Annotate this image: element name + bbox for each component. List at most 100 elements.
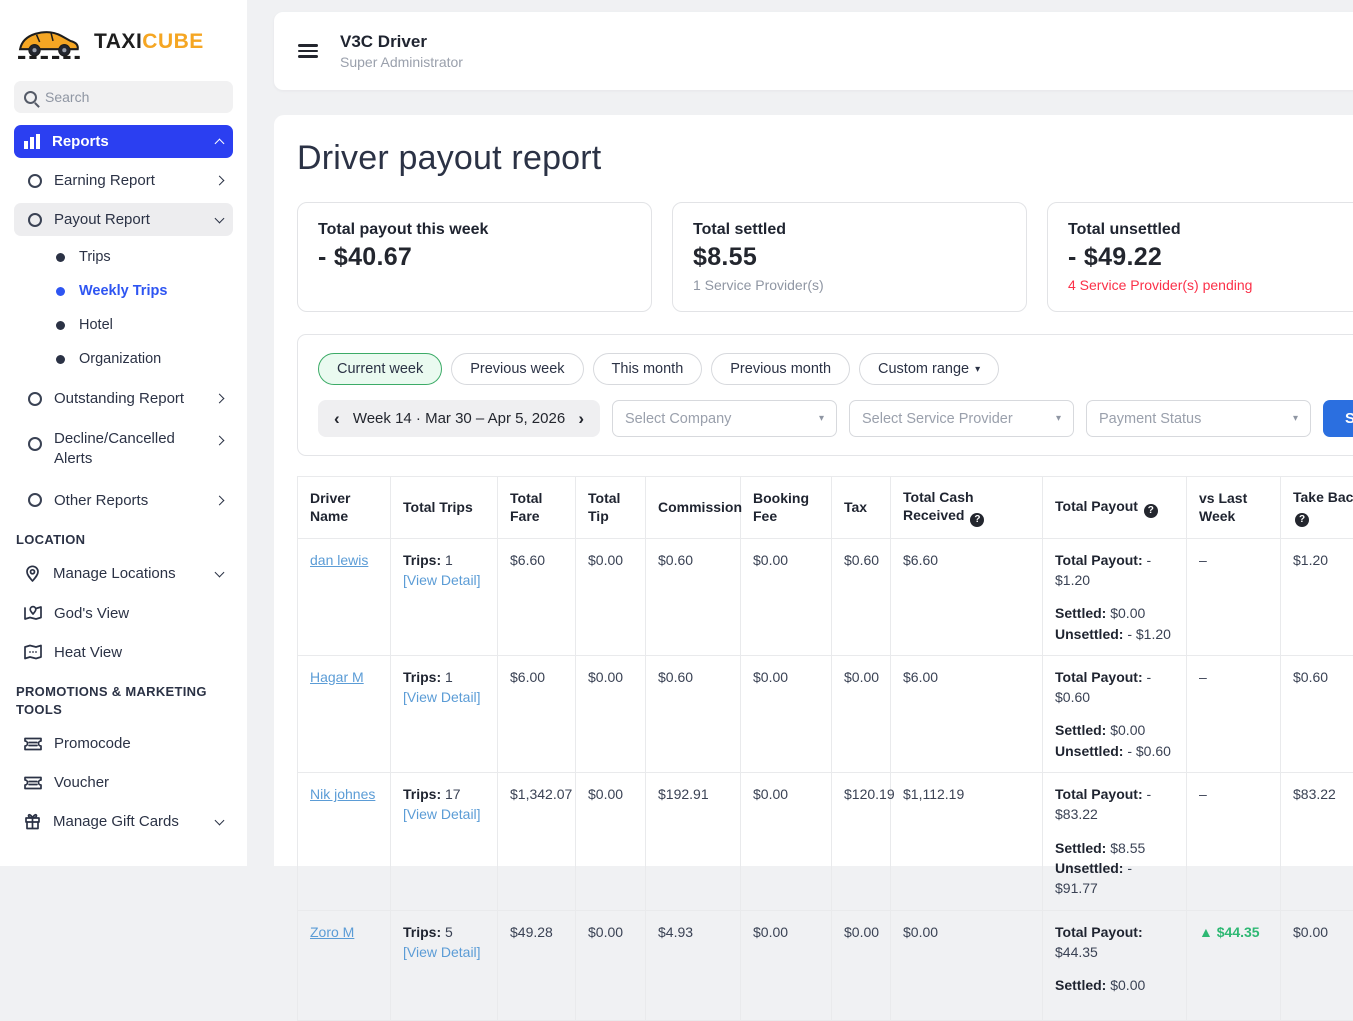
trips-label: Trips: <box>403 669 441 685</box>
help-icon[interactable]: ? <box>1144 504 1158 518</box>
trips-label: Trips: <box>403 924 441 940</box>
view-detail-link[interactable]: [View Detail] <box>403 806 481 822</box>
tax-cell: $0.60 <box>832 538 891 655</box>
location-pin-icon <box>24 565 41 583</box>
caret-down-icon: ▾ <box>1056 413 1061 424</box>
table-header-row: Driver Name Total Trips Total Fare Total… <box>298 477 1353 539</box>
sidebar-item-organization[interactable]: Organization <box>14 342 233 376</box>
chip-label: Previous month <box>730 361 831 377</box>
total-tip-cell: $0.00 <box>576 773 646 910</box>
vs-last-week-cell: – <box>1187 538 1281 655</box>
sidebar-item-heat-view[interactable]: Heat View <box>14 636 233 669</box>
sidebar-item-gods-view[interactable]: God's View <box>14 597 233 630</box>
payment-status-dropdown[interactable]: Payment Status ▾ <box>1086 400 1311 437</box>
sidebar-item-promocode[interactable]: Promocode <box>14 727 233 760</box>
commission-cell: $192.91 <box>646 773 741 910</box>
sidebar-item-label: Manage Gift Cards <box>53 813 204 830</box>
circle-icon <box>28 493 42 507</box>
col-driver-name: Driver Name <box>298 477 391 539</box>
unsettled-label: Unsettled: <box>1055 860 1123 876</box>
view-detail-link[interactable]: [View Detail] <box>403 572 481 588</box>
top-header-bar: V3C Driver Super Administrator <box>274 12 1353 90</box>
sidebar-item-earning-report[interactable]: Earning Report <box>14 164 233 197</box>
sidebar-search[interactable] <box>14 81 233 113</box>
driver-link[interactable]: dan lewis <box>310 552 368 568</box>
driver-link[interactable]: Hagar M <box>310 669 364 685</box>
section-label-location: LOCATION <box>14 517 233 551</box>
bar-chart-icon <box>24 134 40 149</box>
select-company-dropdown[interactable]: Select Company ▾ <box>612 400 837 437</box>
table-row: dan lewis Trips: 1 [View Detail] $6.60 $0… <box>298 538 1353 655</box>
chip-previous-month[interactable]: Previous month <box>711 353 850 385</box>
driver-link[interactable]: Zoro M <box>310 924 354 940</box>
trips-label: Trips: <box>403 786 441 802</box>
sidebar-item-hotel[interactable]: Hotel <box>14 308 233 342</box>
search-input[interactable] <box>45 89 223 105</box>
next-week-arrow[interactable]: › <box>578 409 584 429</box>
total-tip-cell: $0.00 <box>576 538 646 655</box>
circle-icon <box>28 174 42 188</box>
cash-received-cell: $6.60 <box>891 538 1043 655</box>
col-total-fare: Total Fare <box>498 477 576 539</box>
select-placeholder: Select Company <box>625 411 731 427</box>
trips-count: 1 <box>445 552 453 568</box>
settled-value: $0.00 <box>1110 605 1145 621</box>
sidebar-item-label: Trips <box>79 249 111 265</box>
sidebar-item-manage-locations[interactable]: Manage Locations <box>14 557 233 591</box>
chip-label: Current week <box>337 361 423 377</box>
select-service-provider-dropdown[interactable]: Select Service Provider ▾ <box>849 400 1074 437</box>
booking-fee-cell: $0.00 <box>741 910 832 1020</box>
week-selector: ‹ Week 14 · Mar 30 – Apr 5, 2026 › <box>318 400 600 437</box>
view-detail-link[interactable]: [View Detail] <box>403 689 481 705</box>
chip-current-week[interactable]: Current week <box>318 353 442 385</box>
circle-icon <box>28 437 42 451</box>
sidebar-item-reports[interactable]: Reports <box>14 125 233 158</box>
brand-logo: TAXICUBE <box>14 16 233 68</box>
total-fare-cell: $6.00 <box>498 655 576 772</box>
sidebar-item-voucher[interactable]: Voucher <box>14 766 233 799</box>
driver-link[interactable]: Nik johnes <box>310 786 375 802</box>
total-tip-cell: $0.00 <box>576 655 646 772</box>
trips-count: 1 <box>445 669 453 685</box>
search-button[interactable]: Search <box>1323 400 1353 437</box>
payout-value: $44.35 <box>1055 944 1098 960</box>
settled-value: $0.00 <box>1110 722 1145 738</box>
vs-last-week-cell: ▲ $44.35 <box>1187 910 1281 1020</box>
brand-name: TAXICUBE <box>94 30 204 54</box>
previous-week-arrow[interactable]: ‹ <box>334 409 340 429</box>
brand-part1: TAXI <box>94 30 142 53</box>
help-icon[interactable]: ? <box>1295 513 1309 527</box>
chevron-right-icon <box>215 394 225 404</box>
chip-previous-week[interactable]: Previous week <box>451 353 583 385</box>
sidebar-item-other-reports[interactable]: Other Reports <box>14 484 233 517</box>
card-value: - $49.22 <box>1068 243 1353 272</box>
take-back-cell: $83.22 <box>1281 773 1353 910</box>
sidebar-item-decline-cancelled-alerts[interactable]: Decline/Cancelled Alerts <box>14 421 233 478</box>
sidebar-item-label: Promocode <box>54 735 223 752</box>
select-placeholder: Payment Status <box>1099 411 1201 427</box>
sidebar-item-manage-gift-cards[interactable]: Manage Gift Cards <box>14 805 233 838</box>
sidebar-item-outstanding-report[interactable]: Outstanding Report <box>14 382 233 415</box>
sidebar-item-label: Earning Report <box>54 172 204 189</box>
col-vs-last-week: vs Last Week <box>1187 477 1281 539</box>
trips-label: Trips: <box>403 552 441 568</box>
col-label: Take Back <box>1293 489 1353 505</box>
brand-part2: CUBE <box>142 30 204 53</box>
col-commission: Commission <box>646 477 741 539</box>
commission-cell: $0.60 <box>646 655 741 772</box>
chip-this-month[interactable]: This month <box>593 353 703 385</box>
filters-container: Current week Previous week This month Pr… <box>297 334 1353 456</box>
sidebar-item-weekly-trips[interactable]: Weekly Trips <box>14 274 233 308</box>
help-icon[interactable]: ? <box>970 513 984 527</box>
tax-cell: $0.00 <box>832 655 891 772</box>
table-row: Zoro M Trips: 5[View Detail] $49.28 $0.0… <box>298 910 1353 1020</box>
col-total-cash-received: Total Cash Received ? <box>891 477 1043 539</box>
chip-custom-range[interactable]: Custom range▾ <box>859 353 999 385</box>
sidebar-item-trips[interactable]: Trips <box>14 240 233 274</box>
menu-toggle-icon[interactable] <box>298 41 318 61</box>
caret-down-icon: ▾ <box>1293 413 1298 424</box>
date-range-chips: Current week Previous week This month Pr… <box>318 353 1353 385</box>
sidebar-item-payout-report[interactable]: Payout Report <box>14 203 233 236</box>
view-detail-link[interactable]: [View Detail] <box>403 944 481 960</box>
col-label: Total Payout <box>1055 498 1138 514</box>
